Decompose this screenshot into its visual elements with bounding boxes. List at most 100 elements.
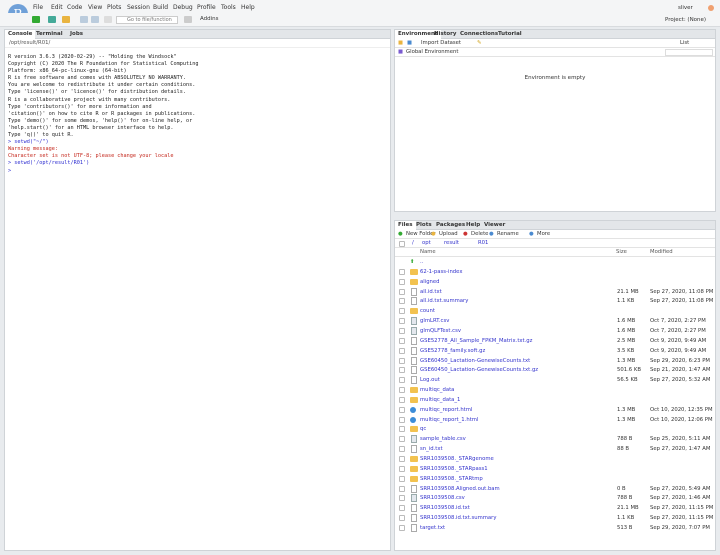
- file-row[interactable]: target.txt 513 B Sep 29, 2020, 7:07 PM: [395, 523, 715, 533]
- tab-tutorial[interactable]: Tutorial: [495, 30, 525, 39]
- file-name-link[interactable]: sample_table.csv: [420, 434, 466, 444]
- file-row[interactable]: sample_table.csv 788 B Sep 25, 2020, 5:11 …: [395, 434, 715, 444]
- row-checkbox[interactable]: [399, 465, 405, 472]
- rename-button[interactable]: Rename: [497, 230, 519, 239]
- row-checkbox[interactable]: [399, 347, 405, 354]
- file-name-link[interactable]: qc: [420, 424, 426, 434]
- save-icon[interactable]: [80, 16, 88, 23]
- row-checkbox[interactable]: [399, 337, 405, 344]
- file-name-link[interactable]: count: [420, 306, 435, 316]
- file-name-link[interactable]: Log.out: [420, 375, 440, 385]
- file-name-link[interactable]: all.id.txt: [420, 287, 442, 297]
- power-icon[interactable]: [708, 5, 714, 11]
- file-row[interactable]: aligned: [395, 277, 715, 287]
- file-row[interactable]: SRR1039508.id.txt 21.1 MB Sep 27, 2020, 11…: [395, 503, 715, 513]
- menu-session[interactable]: Session: [127, 4, 150, 11]
- file-name-link[interactable]: SRR1039508.Aligned.out.bam: [420, 484, 500, 494]
- row-checkbox[interactable]: [399, 357, 405, 364]
- file-name-link[interactable]: target.txt: [420, 523, 445, 533]
- save-all-icon[interactable]: [91, 16, 99, 23]
- file-row[interactable]: SRR1039508._STARgenome: [395, 454, 715, 464]
- menu-file[interactable]: File: [33, 4, 43, 11]
- file-row[interactable]: 62-1-pass-index: [395, 267, 715, 277]
- upload-button[interactable]: Upload: [439, 230, 458, 239]
- file-row[interactable]: multiqc_data: [395, 385, 715, 395]
- project-menu[interactable]: Project: (None): [665, 17, 706, 23]
- row-checkbox[interactable]: [399, 406, 405, 413]
- delete-button[interactable]: Delete: [471, 230, 488, 239]
- row-checkbox[interactable]: [399, 288, 405, 295]
- file-row[interactable]: SRR1039508.csv 788 B Sep 27, 2020, 1:46 AM: [395, 493, 715, 503]
- file-name-link[interactable]: SRR1039508.id.txt.summary: [420, 513, 496, 523]
- breadcrumb-result[interactable]: result: [444, 239, 459, 248]
- file-row[interactable]: GSE52778_All_Sample_FPKM_Matrix.txt.gz 2.…: [395, 336, 715, 346]
- file-row[interactable]: multiqc_data_1: [395, 395, 715, 405]
- column-header-modified[interactable]: Modified: [650, 248, 673, 257]
- menu-profile[interactable]: Profile: [197, 4, 216, 11]
- file-name-link[interactable]: GSE52778_family.soft.gz: [420, 346, 485, 356]
- import-dataset-button[interactable]: Import Dataset: [421, 39, 461, 48]
- open-file-icon[interactable]: [62, 16, 70, 23]
- row-checkbox[interactable]: [399, 426, 405, 433]
- grid-layout-icon[interactable]: [184, 16, 192, 23]
- file-row[interactable]: glmQLFTest.csv 1.6 MB Oct 7, 2020, 2:27 PM: [395, 326, 715, 336]
- row-checkbox[interactable]: [399, 377, 405, 384]
- breadcrumb-root[interactable]: /: [412, 239, 414, 248]
- row-checkbox[interactable]: [399, 456, 405, 462]
- file-name-link[interactable]: multiqc_data: [420, 385, 454, 395]
- file-row[interactable]: GSE60450_Lactation-GenewiseCounts.txt 1.3…: [395, 356, 715, 366]
- print-icon[interactable]: [104, 16, 112, 23]
- file-row[interactable]: count: [395, 306, 715, 316]
- file-name-link[interactable]: GSE52778_All_Sample_FPKM_Matrix.txt.gz: [420, 336, 532, 346]
- file-name-link[interactable]: glmQLFTest.csv: [420, 326, 461, 336]
- broom-icon[interactable]: ✎: [477, 39, 481, 48]
- file-name-link[interactable]: multiqc_report.html: [420, 405, 472, 415]
- menu-help[interactable]: Help: [241, 4, 255, 11]
- row-checkbox[interactable]: [399, 485, 405, 492]
- file-row[interactable]: SRR1039508._STARtmp: [395, 474, 715, 484]
- tab-jobs[interactable]: Jobs: [67, 30, 86, 39]
- list-view-toggle[interactable]: List: [680, 39, 689, 48]
- environment-search-input[interactable]: [665, 49, 713, 56]
- menu-tools[interactable]: Tools: [221, 4, 236, 11]
- file-row[interactable]: multiqc_report_1.html 1.3 MB Oct 10, 2020,…: [395, 415, 715, 425]
- column-header-name[interactable]: Name: [420, 248, 436, 257]
- row-checkbox[interactable]: [399, 367, 405, 374]
- file-row[interactable]: GSE52778_family.soft.gz 3.5 KB Oct 9, 2020…: [395, 346, 715, 356]
- file-row[interactable]: sn_id.txt 88 B Sep 27, 2020, 1:47 AM: [395, 444, 715, 454]
- tab-console[interactable]: Console: [5, 30, 36, 39]
- file-name-link[interactable]: SRR1039508._STARgenome: [420, 454, 494, 464]
- file-name-link[interactable]: sn_id.txt: [420, 444, 443, 454]
- parent-directory-link[interactable]: ..: [420, 257, 423, 267]
- file-row[interactable]: SRR1039508.id.txt.summary 1.1 KB Sep 27, 2…: [395, 513, 715, 523]
- menu-plots[interactable]: Plots: [107, 4, 121, 11]
- menu-code[interactable]: Code: [67, 4, 82, 11]
- menu-build[interactable]: Build: [153, 4, 168, 11]
- breadcrumb-opt[interactable]: opt: [422, 239, 431, 248]
- row-checkbox[interactable]: [399, 524, 405, 531]
- row-checkbox[interactable]: [399, 318, 405, 325]
- row-checkbox[interactable]: [399, 416, 405, 423]
- console-output[interactable]: R version 3.6.3 (2020-02-29) -- "Holding…: [5, 48, 390, 181]
- file-name-link[interactable]: 62-1-pass-index: [420, 267, 462, 277]
- row-checkbox[interactable]: [399, 387, 405, 394]
- file-name-link[interactable]: aligned: [420, 277, 440, 287]
- file-name-link[interactable]: GSE60450_Lactation-GenewiseCounts.txt: [420, 356, 530, 366]
- file-name-link[interactable]: SRR1039508._STARtmp: [420, 474, 483, 484]
- row-checkbox[interactable]: [399, 495, 405, 502]
- row-checkbox[interactable]: [399, 298, 405, 305]
- file-row[interactable]: SRR1039508.Aligned.out.bam 0 B Sep 27, 202…: [395, 484, 715, 494]
- file-name-link[interactable]: multiqc_report_1.html: [420, 415, 478, 425]
- file-name-link[interactable]: SRR1039508.id.txt: [420, 503, 470, 513]
- menu-edit[interactable]: Edit: [51, 4, 63, 11]
- go-to-file-input[interactable]: Go to file/function: [116, 16, 178, 24]
- file-name-link[interactable]: all.id.txt.summary: [420, 296, 468, 306]
- new-file-icon[interactable]: [32, 16, 40, 23]
- new-project-icon[interactable]: [48, 16, 56, 23]
- save-workspace-icon[interactable]: ■: [407, 39, 412, 48]
- file-name-link[interactable]: multiqc_data_1: [420, 395, 460, 405]
- file-row[interactable]: all.id.txt 21.1 MB Sep 27, 2020, 11:08 PM: [395, 287, 715, 297]
- row-checkbox[interactable]: [399, 396, 405, 403]
- file-row[interactable]: qc: [395, 424, 715, 434]
- file-row[interactable]: multiqc_report.html 1.3 MB Oct 10, 2020, 1…: [395, 405, 715, 415]
